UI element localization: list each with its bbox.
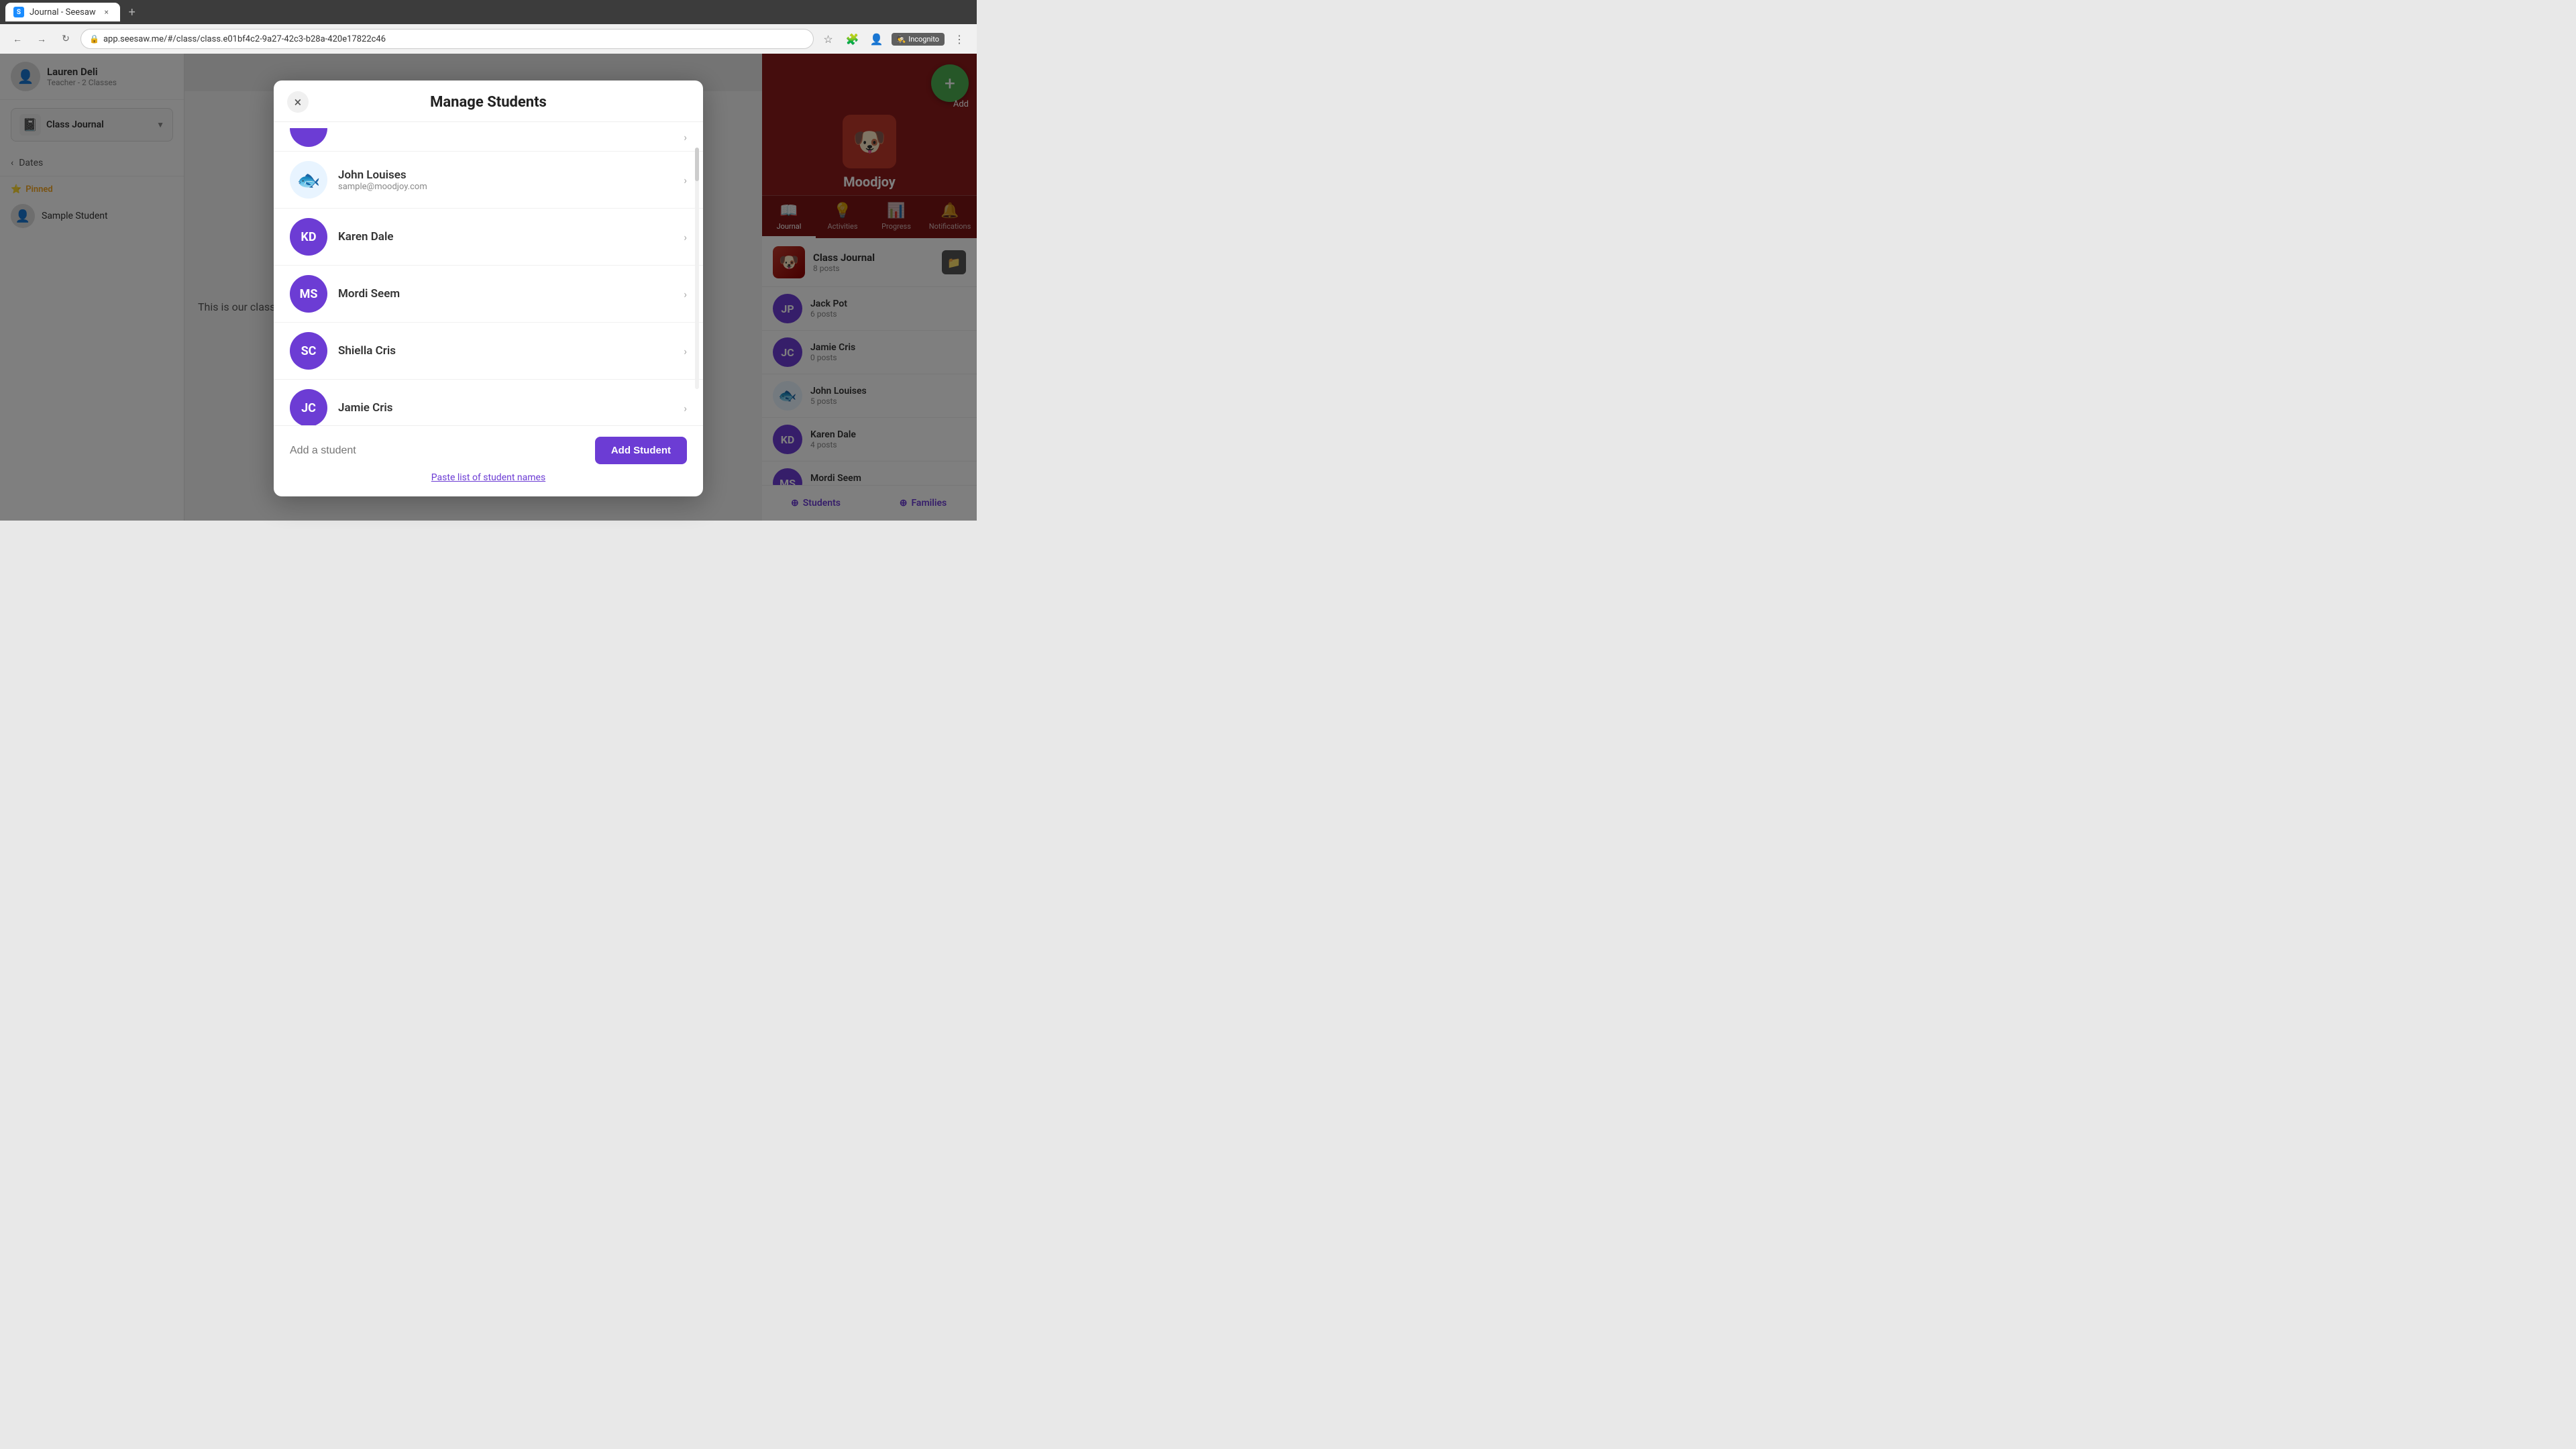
modal-title: Manage Students: [290, 94, 687, 111]
tab-favicon: S: [13, 7, 24, 17]
jamie-chevron-icon: ›: [684, 402, 687, 415]
john-info: John Louises sample@moodjoy.com: [338, 168, 673, 192]
scrollbar-thumb[interactable]: [695, 148, 699, 181]
profile-button[interactable]: 👤: [867, 30, 886, 48]
mordi-name: Mordi Seem: [338, 287, 673, 301]
shiella-chevron-icon: ›: [684, 345, 687, 358]
reload-button[interactable]: ↻: [56, 30, 75, 48]
manage-students-modal: × Manage Students › 🐟 John Louises sampl…: [274, 80, 703, 496]
john-chevron-icon: ›: [684, 174, 687, 186]
tab-close-button[interactable]: ×: [101, 7, 112, 17]
address-bar-row: ← → ↻ 🔒 app.seesaw.me/#/class/class.e01b…: [0, 24, 977, 54]
partial-avatar: [290, 128, 327, 147]
scrollbar-track: [695, 148, 699, 389]
karen-avatar: KD: [290, 218, 327, 256]
paste-list-link[interactable]: Paste list of student names: [431, 472, 545, 483]
modal-student-karen[interactable]: KD Karen Dale ›: [274, 209, 703, 266]
incognito-badge: 🕵 Incognito: [892, 33, 945, 46]
menu-button[interactable]: ⋮: [950, 30, 969, 48]
modal-student-john[interactable]: 🐟 John Louises sample@moodjoy.com ›: [274, 152, 703, 209]
modal-close-button[interactable]: ×: [287, 91, 309, 113]
jamie-info: Jamie Cris: [338, 401, 673, 415]
shiella-name: Shiella Cris: [338, 344, 673, 358]
active-tab[interactable]: S Journal - Seesaw ×: [5, 3, 120, 21]
add-student-input[interactable]: [290, 439, 587, 462]
john-email: sample@moodjoy.com: [338, 182, 673, 192]
shiella-avatar: SC: [290, 332, 327, 370]
add-student-button[interactable]: Add Student: [595, 437, 687, 464]
new-tab-button[interactable]: +: [123, 3, 142, 21]
back-button[interactable]: ←: [8, 30, 27, 48]
jamie-avatar: JC: [290, 389, 327, 425]
url-text: app.seesaw.me/#/class/class.e01bf4c2-9a2…: [103, 34, 386, 44]
karen-name: Karen Dale: [338, 230, 673, 244]
mordi-avatar: MS: [290, 275, 327, 313]
forward-button[interactable]: →: [32, 30, 51, 48]
tab-title: Journal - Seesaw: [30, 7, 96, 17]
address-bar[interactable]: 🔒 app.seesaw.me/#/class/class.e01bf4c2-9…: [80, 29, 814, 49]
modal-student-jamie[interactable]: JC Jamie Cris ›: [274, 380, 703, 425]
jamie-name: Jamie Cris: [338, 401, 673, 415]
modal-student-mordi[interactable]: MS Mordi Seem ›: [274, 266, 703, 323]
extensions-button[interactable]: 🧩: [843, 30, 862, 48]
john-name: John Louises: [338, 168, 673, 182]
john-fish-avatar: 🐟: [290, 161, 327, 199]
karen-info: Karen Dale: [338, 230, 673, 244]
shiella-info: Shiella Cris: [338, 344, 673, 358]
modal-student-shiella[interactable]: SC Shiella Cris ›: [274, 323, 703, 380]
modal-body: › 🐟 John Louises sample@moodjoy.com › KD…: [274, 122, 703, 425]
add-student-row: Add Student: [290, 437, 687, 464]
bookmark-button[interactable]: ☆: [819, 30, 838, 48]
tab-bar: S Journal - Seesaw × +: [0, 0, 977, 24]
modal-footer: Add Student Paste list of student names: [274, 425, 703, 496]
mordi-info: Mordi Seem: [338, 287, 673, 301]
karen-chevron-icon: ›: [684, 231, 687, 244]
app-wrapper: 👤 Lauren Deli Teacher - 2 Classes 📓 Clas…: [0, 54, 977, 521]
modal-overlay[interactable]: × Manage Students › 🐟 John Louises sampl…: [0, 54, 977, 521]
mordi-chevron-icon: ›: [684, 288, 687, 301]
modal-header: × Manage Students: [274, 80, 703, 122]
partial-student-row: ›: [274, 127, 703, 152]
lock-icon: 🔒: [89, 34, 99, 44]
